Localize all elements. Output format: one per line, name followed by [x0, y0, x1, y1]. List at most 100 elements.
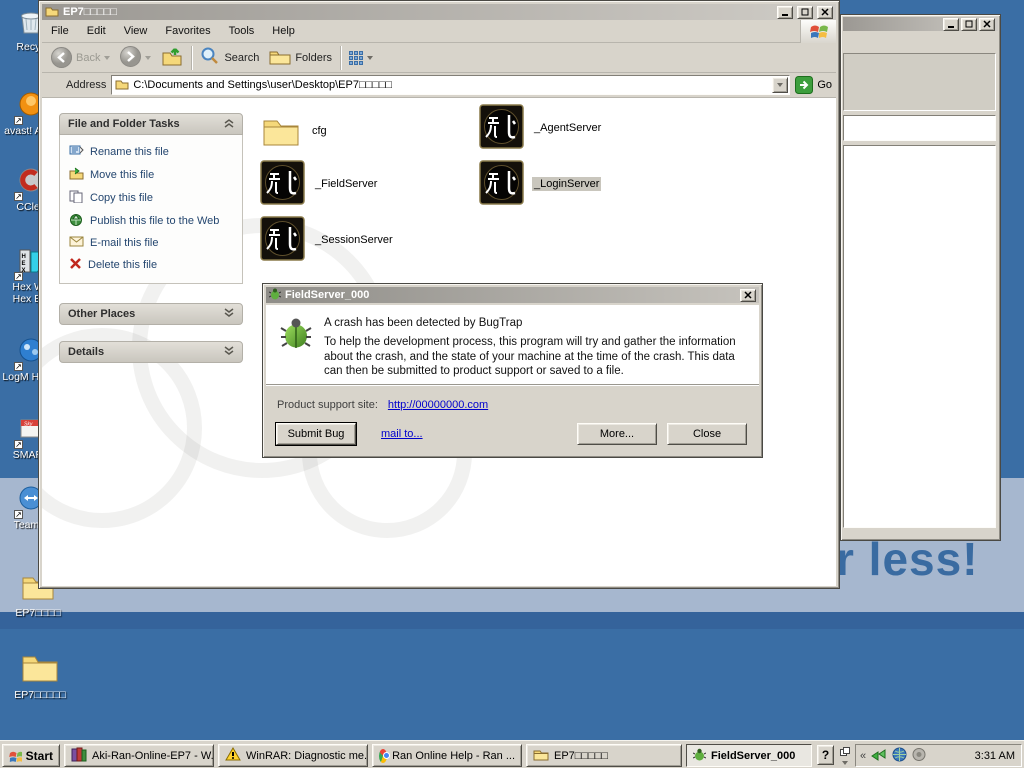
cascade-windows-icon[interactable] [840, 747, 850, 759]
ran-server-icon [479, 160, 524, 208]
forward-dropdown-icon[interactable] [145, 56, 151, 60]
file-cfg[interactable]: cfg [260, 106, 329, 156]
chevron-up-icon[interactable] [224, 118, 234, 131]
menu-tools[interactable]: Tools [220, 21, 264, 41]
close-icon[interactable] [979, 18, 995, 31]
close-button[interactable]: Close [667, 423, 747, 445]
address-combo[interactable]: C:\Documents and Settings\user\Desktop\E… [111, 75, 790, 95]
taskbar-task-ep7-folder[interactable]: EP7□□□□□ [526, 744, 682, 767]
file-loginserver[interactable]: _LoginServer [479, 159, 601, 209]
file-tasks-body: Rename this file Move this file Copy thi… [59, 135, 243, 284]
taskbar-task-winrar-diagnostic[interactable]: WinRAR: Diagnostic me... [218, 744, 368, 767]
file-tasks-header[interactable]: File and Folder Tasks [59, 113, 243, 135]
tray-clock[interactable]: 3:31 AM [975, 750, 1015, 762]
background-window-field[interactable] [843, 115, 996, 141]
more-button[interactable]: More... [577, 423, 657, 445]
desktop-icon-label: EP7□□□□□ [14, 689, 66, 701]
desktop-icon-ep7-folder-2[interactable]: EP7□□□□□ [2, 648, 78, 701]
address-value[interactable]: C:\Documents and Settings\user\Desktop\E… [133, 79, 768, 91]
taskbar-task-winrar-archive[interactable]: Aki-Ran-Online-EP7 - W... [64, 744, 214, 767]
task-label: Move this file [90, 169, 154, 181]
submit-bug-button[interactable]: Submit Bug [276, 423, 356, 445]
explorer-titlebar[interactable]: EP7□□□□□ [42, 4, 836, 20]
search-button[interactable]: Search [195, 43, 264, 72]
maximize-icon[interactable] [797, 6, 813, 19]
start-button[interactable]: Start [2, 744, 60, 767]
move-icon [69, 167, 84, 183]
shortcut-arrow-icon: ↗ [14, 116, 23, 125]
background-window[interactable] [840, 14, 1001, 541]
other-places-header[interactable]: Other Places [59, 303, 243, 325]
menu-file[interactable]: File [42, 21, 78, 41]
task-label: WinRAR: Diagnostic me... [246, 750, 368, 762]
svg-text:E: E [22, 261, 26, 267]
address-dropdown-button[interactable] [772, 77, 788, 93]
ran-server-icon [260, 216, 305, 264]
folders-button[interactable]: Folders [264, 44, 337, 71]
maximize-icon[interactable] [961, 18, 977, 31]
dialog-titlebar[interactable]: FieldServer_000 [266, 287, 759, 303]
folders-label: Folders [295, 52, 332, 64]
file-name-selected: _LoginServer [532, 177, 601, 191]
close-icon[interactable] [817, 6, 833, 19]
go-icon [795, 76, 813, 94]
chevron-down-icon[interactable] [842, 761, 848, 765]
minimize-icon[interactable] [777, 6, 793, 19]
details-title: Details [68, 346, 104, 358]
window-title: EP7□□□□□ [63, 6, 773, 18]
file-agentserver[interactable]: _AgentServer [479, 103, 603, 153]
task-label: FieldServer_000 [711, 750, 795, 762]
close-icon[interactable] [740, 289, 756, 302]
task-copy[interactable]: Copy this file [69, 190, 238, 206]
mailto-link[interactable]: mail to... [381, 428, 423, 440]
task-email[interactable]: E-mail this file [69, 236, 238, 250]
file-name: _FieldServer [313, 177, 379, 191]
minimize-icon[interactable] [943, 18, 959, 31]
menu-help[interactable]: Help [263, 21, 304, 41]
desktop-icon-label: EP7□□□□ [15, 607, 60, 619]
task-delete[interactable]: Delete this file [69, 257, 238, 273]
back-dropdown-icon[interactable] [104, 56, 110, 60]
menu-edit[interactable]: Edit [78, 21, 115, 41]
shortcut-arrow-icon: ↗ [14, 440, 23, 449]
windows-logo-icon [9, 749, 22, 763]
views-button[interactable] [344, 48, 378, 68]
support-link[interactable]: http://00000000.com [388, 399, 488, 411]
task-move[interactable]: Move this file [69, 167, 238, 183]
taskbar-help-button[interactable]: ? [817, 745, 834, 765]
folder-icon [533, 748, 549, 764]
taskbar-task-browser[interactable]: Ran Online Help - Ran ... [372, 744, 522, 767]
dialog-heading: A crash has been detected by BugTrap [324, 317, 522, 329]
file-fieldserver[interactable]: _FieldServer [260, 159, 379, 209]
menu-favorites[interactable]: Favorites [156, 21, 219, 41]
taskbar: Start Aki-Ran-Online-EP7 - W... WinRAR: … [0, 740, 1024, 768]
background-window-titlebar[interactable] [843, 17, 998, 31]
warning-icon [225, 747, 241, 764]
back-button[interactable]: Back [46, 44, 115, 71]
task-publish[interactable]: Publish this file to the Web [69, 213, 238, 229]
file-tasks-title: File and Folder Tasks [68, 118, 180, 130]
chevron-down-icon[interactable] [224, 308, 234, 321]
menu-view[interactable]: View [115, 21, 157, 41]
views-dropdown-icon[interactable] [367, 56, 373, 60]
other-places-title: Other Places [68, 308, 135, 320]
dialog-title: FieldServer_000 [285, 289, 736, 301]
back-icon [51, 47, 72, 68]
task-rename[interactable]: Rename this file [69, 144, 238, 160]
volume-tray-icon[interactable] [912, 748, 926, 764]
details-header[interactable]: Details [59, 341, 243, 363]
hamachi-tray-icon[interactable] [871, 747, 887, 764]
network-globe-tray-icon[interactable] [892, 747, 907, 765]
file-sessionserver[interactable]: _SessionServer [260, 215, 395, 265]
tray-chevron-icon[interactable]: « [860, 750, 866, 762]
go-button[interactable]: Go [795, 76, 832, 94]
taskbar-task-fieldserver[interactable]: FieldServer_000 [686, 744, 812, 767]
back-label: Back [76, 52, 100, 64]
file-name: _SessionServer [313, 233, 395, 247]
help-label: ? [822, 748, 829, 762]
chevron-down-icon[interactable] [224, 346, 234, 359]
forward-button[interactable] [115, 43, 156, 73]
up-button[interactable] [156, 42, 188, 73]
address-label: Address [46, 79, 106, 91]
system-tray: « 3:31 AM [855, 744, 1022, 767]
